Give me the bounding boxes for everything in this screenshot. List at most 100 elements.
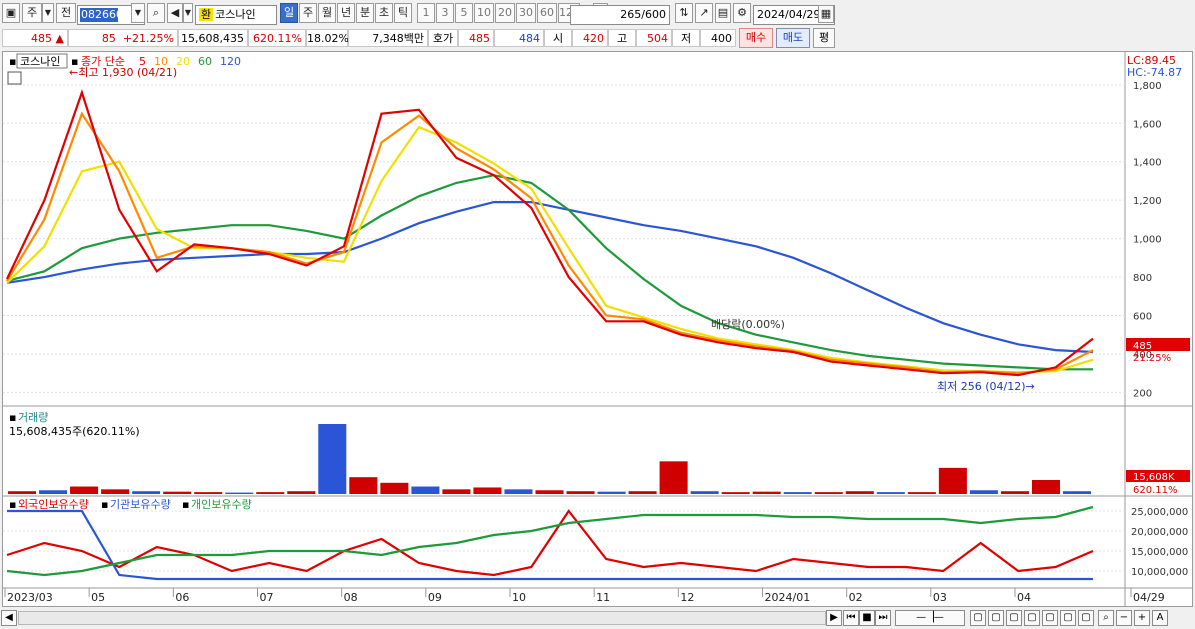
chart-tool-icon[interactable]: ↗ [695,3,713,23]
legend-bullet: ▪ [9,55,16,68]
holding-tick-label: 25,000,000 [1131,507,1188,518]
high-price: 504 [636,29,672,47]
volume-bar [411,486,440,494]
scroll-left-icon[interactable]: ◀ [1,610,17,626]
stock-code-value: 082660 [80,8,123,22]
x-tick-label: 02 [849,591,863,604]
view-icon-6[interactable]: ▢ [1060,610,1076,626]
view-icon-5[interactable]: ▢ [1042,610,1058,626]
volume-bar [721,492,750,494]
speaker-dropdown-icon[interactable]: ▼ [183,3,193,23]
volume-bar [349,477,378,494]
stock-name: 코스나인 [215,8,256,21]
chart-area[interactable]: 1,800 1,600 1,400 1,200 1,000 800 600 400 200 ▪ 코스… [2,51,1193,607]
x-tick-label: 12 [680,591,694,604]
period-tab-2[interactable]: 월 [318,3,336,23]
buy-button[interactable]: 매수 [739,28,773,48]
search-icon[interactable]: ⌕ [147,3,165,23]
last-price-pct: 21.25% [1133,353,1171,364]
volume-bar [163,491,192,494]
zoom-reset-icon[interactable]: A [1152,610,1168,626]
interval-tab-30[interactable]: 30 [516,3,536,23]
market-select[interactable]: 주 [22,3,42,23]
view-icon-2[interactable]: ▢ [988,610,1004,626]
x-tick-label: 2024/01 [765,591,811,604]
period-tab-4[interactable]: 분 [356,3,374,23]
layout-icon[interactable]: ▣ [2,3,20,23]
bid-price: 484 [494,29,544,47]
volume-bar [101,489,130,494]
zoom-in-icon[interactable]: + [1134,610,1150,626]
quote-bar: 485 ▲ 85 +21.25% 15,608,435 620.11% 18.0… [0,27,1195,49]
holding-tick-label: 15,000,000 [1131,547,1188,558]
period-tab-6[interactable]: 틱 [394,3,412,23]
price-tick-label: 1,800 [1133,81,1162,92]
save-icon[interactable]: ▤ [715,3,731,23]
zoom-search-icon[interactable]: ⌕ [1098,610,1114,626]
volume-bar [814,492,843,494]
code-dropdown-icon[interactable]: ▼ [131,3,145,23]
last-icon[interactable]: ⏭ [875,610,891,626]
prev-button[interactable]: 전 [56,3,76,23]
price-tick-label: 1,600 [1133,119,1162,130]
zoom-slider[interactable]: —▕— [895,610,965,626]
ma-line-60 [6,174,1093,371]
volume-bar [287,491,316,494]
price-change: 85 +21.25% [68,29,178,47]
holding-tick-label: 10,000,000 [1131,567,1188,578]
first-icon[interactable]: ⏮ [843,610,859,626]
interval-tab-60[interactable]: 60 [537,3,557,23]
chart-svg: 1,8001,6001,4001,2001,000800600400200▪ 코스… [3,52,1192,606]
horizontal-scrollbar[interactable] [18,611,826,625]
ask-price: 485 [458,29,494,47]
x-tick-label: 10 [512,591,526,604]
x-tick-label: 03 [933,591,947,604]
chevron-down-icon[interactable]: ▼ [42,3,54,23]
stock-name-box[interactable]: 환 코스나인 [195,5,277,25]
view-icon-4[interactable]: ▢ [1024,610,1040,626]
legend-bullet: ▪ [9,498,16,511]
view-icon-3[interactable]: ▢ [1006,610,1022,626]
sell-button[interactable]: 매도 [776,28,810,48]
interval-tab-5[interactable]: 5 [455,3,473,23]
stop-icon[interactable]: ■ [859,610,875,626]
speaker-icon[interactable]: ◀ [167,3,183,23]
interval-tab-20[interactable]: 20 [495,3,515,23]
indicator-icon[interactable]: ⇅ [675,3,693,23]
ma-line-20 [6,125,1094,374]
volume-bar [907,492,936,494]
period-tab-0[interactable]: 일 [280,3,298,23]
volume-bar [8,491,37,494]
x-tick-label: 08 [344,591,358,604]
volume-bar [504,489,533,494]
holding-legend-0: 외국인보유수량 [18,498,89,511]
min-label: 최저 256 (04/12)→ [937,380,1035,393]
volume-bar [442,489,471,494]
volume-bar [783,492,812,494]
period-tab-1[interactable]: 주 [299,3,317,23]
legend-bullet: ▪ [182,498,189,511]
view-icon-7[interactable]: ▢ [1078,610,1094,626]
ma-legend-20: 20 [176,55,190,68]
volume-bar [752,491,781,494]
interval-tab-10[interactable]: 10 [474,3,494,23]
volume-bar [1031,480,1060,494]
x-tick-label: 04 [1017,591,1031,604]
period-tab-5[interactable]: 초 [375,3,393,23]
volume-bar [845,491,874,494]
volume-bar [938,467,967,494]
ma-legend-120: 120 [220,55,241,68]
price-tick-label: 1,400 [1133,158,1162,169]
holding-line-2 [6,505,1094,577]
price-tick-label: 200 [1133,388,1152,399]
calendar-icon[interactable]: ▦ [818,5,834,23]
zoom-out-icon[interactable]: − [1116,610,1132,626]
data-count-input[interactable]: 265/600 [570,5,670,25]
interval-tab-1[interactable]: 1 [417,3,435,23]
period-tab-3[interactable]: 년 [337,3,355,23]
scroll-right-icon[interactable]: ▶ [826,610,842,626]
interval-tab-3[interactable]: 3 [436,3,454,23]
average-button[interactable]: 평 [813,28,835,48]
gear-icon[interactable]: ⚙ [733,3,751,23]
view-icon-1[interactable]: ▢ [970,610,986,626]
